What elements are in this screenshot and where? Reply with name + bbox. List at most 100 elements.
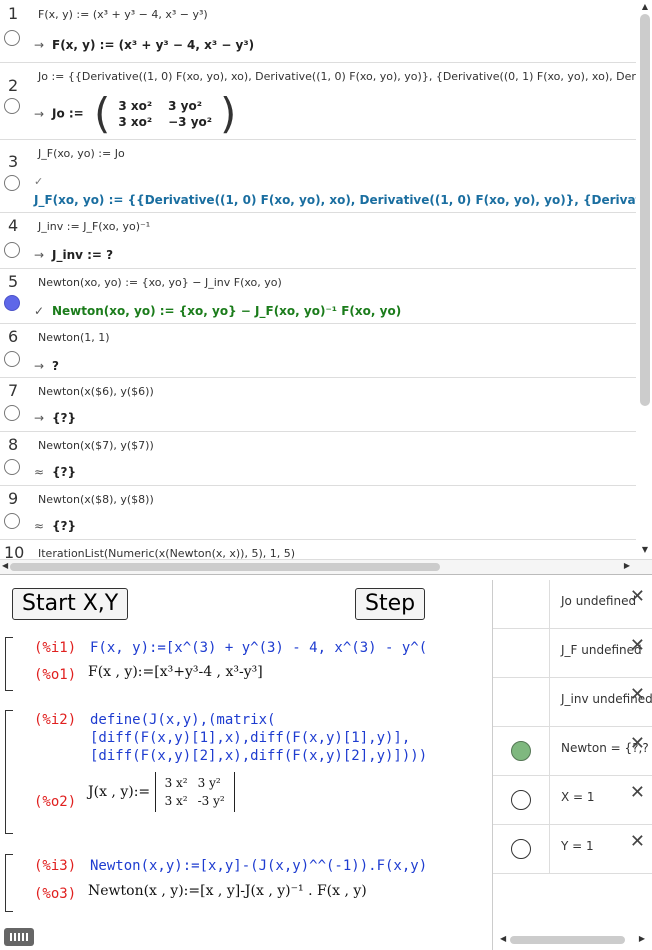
algebra-horizontal-scrollbar[interactable]: ◀ ▶ [500,934,645,946]
input-code[interactable]: [diff(F(x,y)[2],x),diff(F(x,y)[2],y)]))) [90,748,427,764]
close-icon[interactable]: ✕ [630,586,645,607]
output-text: J_inv := ? [52,248,114,262]
marble-toggle[interactable] [4,175,20,191]
close-icon[interactable]: ✕ [630,831,645,852]
marble-toggle[interactable] [4,351,20,367]
row-number: 3 [8,152,19,171]
close-icon[interactable]: ✕ [630,782,645,803]
scrollbar-thumb[interactable] [10,563,440,571]
output-expression: Newton(x , y):=[x , y]-J(x , y)⁻¹ . F(x … [88,883,367,899]
row-number: 10 [4,543,25,559]
cas-input[interactable]: IterationList(Numeric(x(Newton(x, x)), 5… [38,547,295,559]
input-code[interactable]: Newton(x,y):=[x,y]-(J(x,y)^^(-1)).F(x,y) [90,858,427,874]
scroll-down-icon[interactable]: ▼ [642,545,648,554]
scroll-right-icon[interactable]: ▶ [624,561,630,570]
cas-input[interactable]: Newton(x($6), y($6)) [38,385,154,398]
cas-row-4[interactable]: 4 J_inv := J_F(xo, yo)⁻¹ → J_inv := ? [0,212,636,269]
cas-input[interactable]: Jo := {{Derivative((1, 0) F(xo, yo), xo)… [38,70,636,83]
marble-toggle[interactable] [4,242,20,258]
marble-toggle[interactable] [4,295,20,311]
output-expression: F(x , y):=[x³+y³-4 , x³-y³] [88,664,263,680]
marble-toggle[interactable] [4,30,20,46]
keyboard-icon[interactable] [4,928,34,946]
output-text: F(x, y) := (x³ + y³ − 4, x³ − y³) [52,38,255,52]
row-number: 6 [8,327,19,346]
scroll-up-icon[interactable]: ▲ [642,2,648,11]
row-header: 3 [0,139,30,212]
visibility-toggle[interactable] [511,790,531,810]
input-code[interactable]: define(J(x,y),(matrix( [90,712,275,728]
cas-row-5[interactable]: 5 Newton(xo, yo) := {xo, yo} − J_inv F(x… [0,268,636,324]
cas-output: → J_inv := ? [34,248,113,262]
matrix-cell: 3 yo² [168,99,202,113]
marble-toggle[interactable] [4,513,20,529]
output-label: (%o2) [34,794,77,810]
cell-bracket[interactable] [5,637,13,691]
cas-input[interactable]: Newton(xo, yo) := {xo, yo} − J_inv F(xo,… [38,276,282,289]
cell-bracket[interactable] [5,710,13,834]
marble-toggle[interactable] [4,98,20,114]
algebra-item-jinv[interactable]: J_inv undefined ✕ [493,678,652,727]
visibility-cell [493,580,550,628]
cas-input[interactable]: Newton(x($7), y($7)) [38,439,154,452]
approx-icon: ≈ [34,465,45,479]
cas-row-7[interactable]: 7 Newton(x($6), y($6)) → {?} [0,377,636,432]
visibility-cell [493,825,550,873]
scrollbar-thumb[interactable] [510,936,625,944]
row-header: 7 [0,377,30,431]
row-number: 2 [8,76,19,95]
cas-row-9[interactable]: 9 Newton(x($8), y($8)) ≈ {?} [0,485,636,540]
cas-row-3[interactable]: 3 J_F(xo, yo) := Jo J_F(xo, yo) := {{Der… [0,139,636,213]
row-number: 9 [8,489,19,508]
horizontal-scrollbar[interactable]: ◀ ▶ [0,559,652,574]
check-icon: ✓ [34,304,45,318]
cell-bracket[interactable] [5,854,13,912]
row-header: 5 [0,268,30,323]
cas-row-6[interactable]: 6 Newton(1, 1) →? [0,323,636,378]
algebra-item-jf[interactable]: J_F undefined ✕ [493,629,652,678]
vertical-scrollbar[interactable] [640,14,650,406]
start-xy-button[interactable]: Start X,Y [12,588,129,620]
close-icon[interactable]: ✕ [630,635,645,656]
output-arrow-icon: → [34,106,45,121]
output-text: {?} [52,465,77,479]
visibility-toggle[interactable] [511,741,531,761]
scroll-left-icon[interactable]: ◀ [2,561,8,570]
cas-input[interactable]: J_inv := J_F(xo, yo)⁻¹ [38,220,150,233]
scroll-right-icon[interactable]: ▶ [639,934,645,943]
check-icon: ✓ [34,175,44,188]
step-button[interactable]: Step [355,588,426,620]
cas-input[interactable]: J_F(xo, yo) := Jo [38,147,125,160]
row-number: 1 [8,4,19,23]
cas-input[interactable]: F(x, y) := (x³ + y³ − 4, x³ − y³) [38,8,208,21]
cas-row-1[interactable]: 1 F(x, y) := (x³ + y³ − 4, x³ − y³) → F(x… [0,0,636,63]
cas-output: ✓ Newton(xo, yo) := {xo, yo} − J_F(xo, yo… [34,304,401,318]
algebra-item-x[interactable]: X = 1 ✕ [493,776,652,825]
algebra-item-y[interactable]: Y = 1 ✕ [493,825,652,874]
visibility-cell [493,629,550,677]
input-code[interactable]: F(x, y):=[x^(3) + y^(3) - 4, x^(3) - y^( [90,640,427,656]
scroll-left-icon[interactable]: ◀ [500,934,506,943]
marble-toggle[interactable] [4,405,20,421]
matrix-cell: −3 yo² [168,115,213,129]
marble-toggle[interactable] [4,459,20,475]
output-label: Jo := [52,106,84,121]
close-icon[interactable]: ✕ [630,684,645,705]
output-text: {?} [52,519,77,533]
cas-row-8[interactable]: 8 Newton(x($7), y($7)) ≈ {?} [0,431,636,486]
matrix-cell: 3 y² [197,776,221,790]
row-number: 8 [8,435,19,454]
cas-row-2[interactable]: 2 Jo := {{Derivative((1, 0) F(xo, yo), x… [0,62,636,140]
cas-output: → Jo := ( 3 xo² 3 yo² 3 xo² −3 yo² ) [34,93,236,135]
matrix-cell: 3 x² [164,776,188,790]
cas-row-10[interactable]: 10 IterationList(Numeric(x(Newton(x, x))… [0,539,636,559]
input-code[interactable]: [diff(F(x,y)[1],x),diff(F(x,y)[1],y)], [90,730,410,746]
cas-input[interactable]: Newton(1, 1) [38,331,110,344]
cas-input[interactable]: Newton(x($8), y($8)) [38,493,154,506]
algebra-item-jo[interactable]: Jo undefined ✕ [493,580,652,629]
visibility-toggle[interactable] [511,839,531,859]
algebra-item-newton[interactable]: Newton = {?,? ✕ [493,727,652,776]
row-number: 4 [8,216,19,235]
close-icon[interactable]: ✕ [630,733,645,754]
approx-icon: ≈ [34,519,45,533]
